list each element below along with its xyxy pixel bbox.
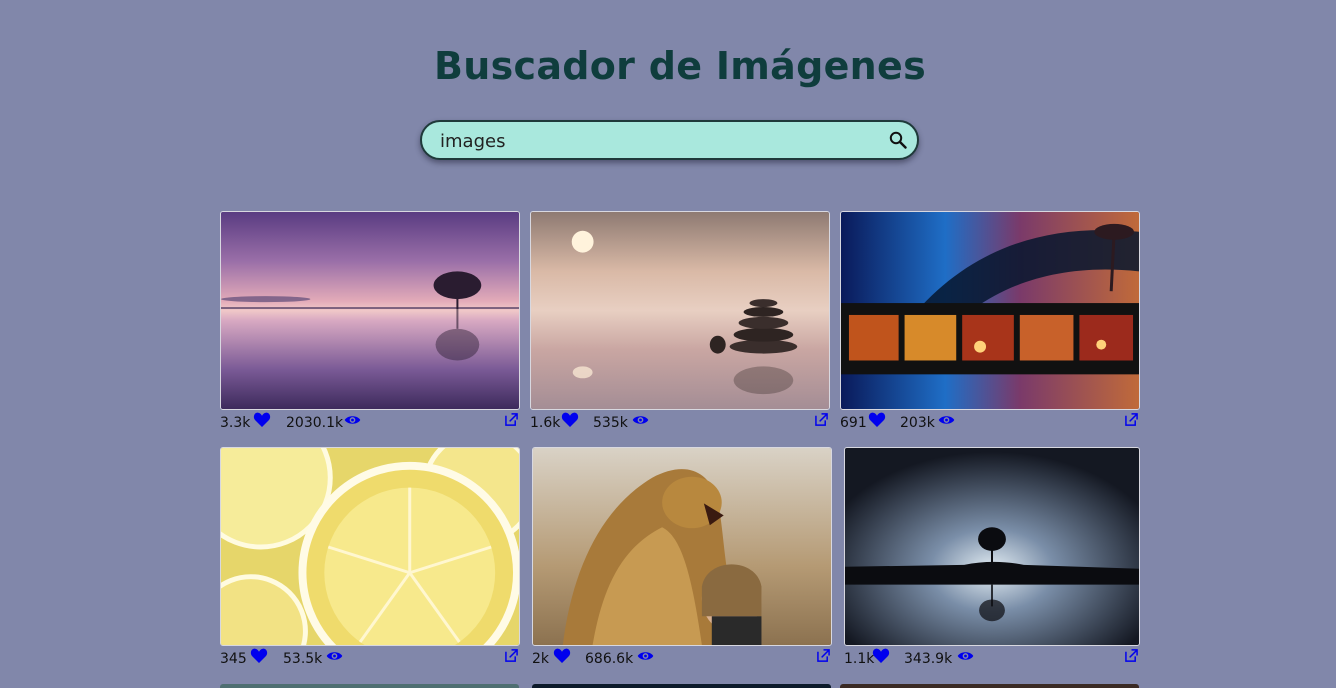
likes-count: 3.3k bbox=[220, 415, 251, 431]
views-count: 343.9k bbox=[904, 651, 953, 667]
image-thumbnail[interactable] bbox=[220, 447, 520, 646]
image-stats: 691 203k bbox=[840, 411, 1140, 433]
image-stats: 1.1k 343.9k bbox=[844, 647, 1140, 669]
search-icon[interactable] bbox=[889, 131, 907, 149]
page: Buscador de Imágenes images 3.3k 2030.1k… bbox=[0, 0, 1336, 688]
page-title: Buscador de Imágenes bbox=[433, 44, 927, 88]
views-count: 686.6k bbox=[585, 651, 634, 667]
views-count: 203k bbox=[900, 415, 935, 431]
heart-icon bbox=[872, 648, 890, 663]
heart-icon bbox=[553, 648, 571, 663]
heart-icon bbox=[868, 412, 886, 427]
eye-icon bbox=[637, 652, 654, 660]
image-stats: 1.6k 535k bbox=[530, 411, 830, 433]
likes-count: 1.6k bbox=[530, 415, 561, 431]
image-thumbnail[interactable] bbox=[840, 684, 1139, 688]
external-link-icon[interactable] bbox=[505, 649, 518, 662]
views-count: 2030.1k bbox=[286, 415, 344, 431]
views-count: 53.5k bbox=[283, 651, 323, 667]
image-thumbnail[interactable] bbox=[220, 684, 519, 688]
image-thumbnail[interactable] bbox=[532, 684, 831, 688]
eye-icon bbox=[957, 652, 974, 660]
image-thumbnail[interactable] bbox=[840, 211, 1140, 410]
heart-icon bbox=[561, 412, 579, 427]
likes-count: 345 bbox=[220, 651, 247, 667]
search-input[interactable] bbox=[440, 128, 880, 154]
image-stats: 3.3k 2030.1k bbox=[220, 411, 520, 433]
image-thumbnail[interactable] bbox=[530, 211, 830, 410]
external-link-icon[interactable] bbox=[815, 413, 828, 426]
external-link-icon[interactable] bbox=[505, 413, 518, 426]
external-link-icon[interactable] bbox=[1125, 649, 1138, 662]
image-thumbnail[interactable] bbox=[220, 211, 520, 410]
heart-icon bbox=[250, 648, 268, 663]
eye-icon bbox=[326, 652, 343, 660]
eye-icon bbox=[938, 416, 955, 424]
views-count: 535k bbox=[593, 415, 628, 431]
likes-count: 691 bbox=[840, 415, 867, 431]
image-stats: 345 53.5k bbox=[220, 647, 520, 669]
likes-count: 1.1k bbox=[844, 651, 875, 667]
image-thumbnail[interactable] bbox=[532, 447, 832, 646]
image-stats: 2k 686.6k bbox=[532, 647, 832, 669]
external-link-icon[interactable] bbox=[1125, 413, 1138, 426]
search-bar bbox=[420, 120, 919, 160]
eye-icon bbox=[632, 416, 649, 424]
image-thumbnail[interactable] bbox=[844, 447, 1140, 646]
external-link-icon[interactable] bbox=[817, 649, 830, 662]
heart-icon bbox=[253, 412, 271, 427]
eye-icon bbox=[344, 416, 361, 424]
likes-count: 2k bbox=[532, 651, 550, 667]
